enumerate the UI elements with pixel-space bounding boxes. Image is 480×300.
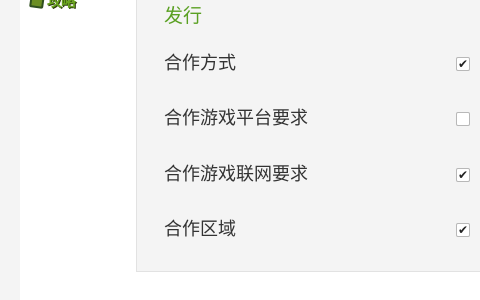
option-row-cooperation-method[interactable]: 合作方式 ✔ — [164, 49, 480, 79]
option-row-network-requirement[interactable]: 合作游戏联网要求 ✔ — [164, 160, 480, 190]
site-logo[interactable]: 攻略 — [29, 0, 76, 10]
checkbox-cooperation-method[interactable]: ✔ — [456, 57, 470, 71]
section-title: 发行 — [164, 5, 203, 27]
checkmark-icon: ✔ — [457, 57, 469, 71]
option-label: 合作游戏平台要求 — [164, 108, 308, 129]
checkbox-platform-requirement[interactable] — [456, 112, 470, 126]
checkmark-icon: ✔ — [457, 168, 469, 182]
logo-icon — [29, 0, 45, 9]
checkbox-network-requirement[interactable]: ✔ — [456, 168, 470, 182]
option-row-platform-requirement[interactable]: 合作游戏平台要求 — [164, 104, 480, 134]
checkbox-cooperation-region[interactable]: ✔ — [456, 223, 470, 237]
logo-text: 攻略 — [47, 0, 76, 10]
checkmark-icon: ✔ — [457, 223, 469, 237]
option-label: 合作方式 — [164, 53, 236, 74]
options-panel: 发行 合作方式 ✔ 合作游戏平台要求 合作游戏联网要求 ✔ 合作区域 ✔ — [136, 0, 480, 272]
option-row-cooperation-region[interactable]: 合作区域 ✔ — [164, 215, 480, 245]
option-label: 合作游戏联网要求 — [164, 164, 308, 185]
option-label: 合作区域 — [164, 219, 236, 240]
